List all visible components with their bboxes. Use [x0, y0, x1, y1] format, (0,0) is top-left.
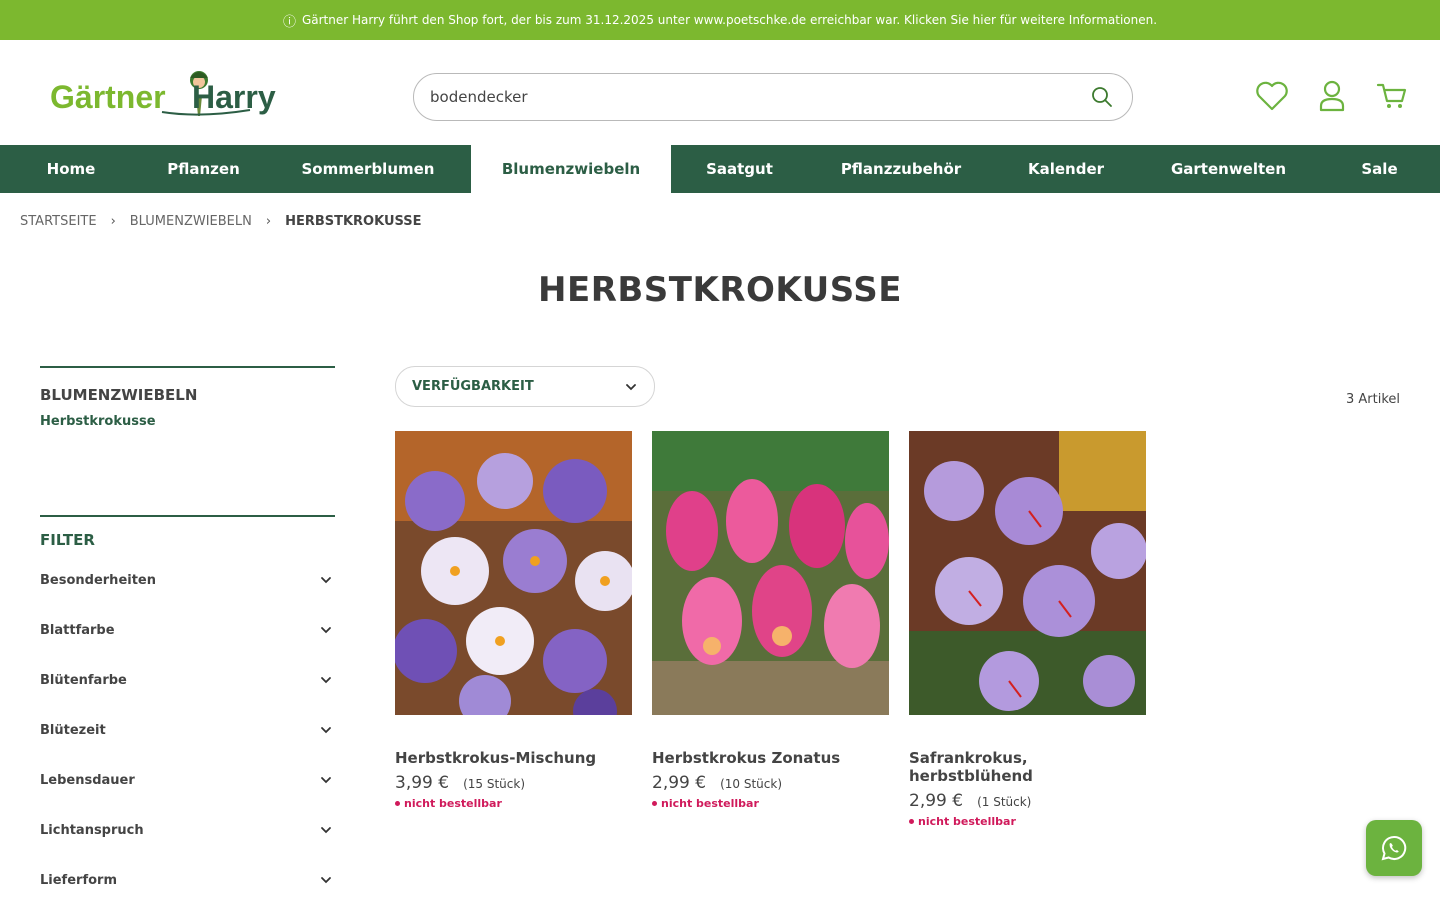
search-bar — [413, 73, 1133, 121]
product-grid: Herbstkrokus-Mischung 3,99 € (15 Stück) … — [395, 431, 1146, 828]
availability-dropdown[interactable]: VERFÜGBARKEIT — [395, 366, 655, 407]
filter-label: Lebensdauer — [40, 772, 135, 788]
header: Gärtner Harry — [0, 40, 1440, 145]
chevron-down-icon — [626, 383, 636, 390]
chevron-down-icon — [321, 627, 331, 634]
product-quantity: (15 Stück) — [463, 777, 525, 791]
price-row: 3,99 € (15 Stück) — [395, 773, 632, 793]
nav-item-home[interactable]: Home — [0, 145, 142, 193]
filter-bluetezeit[interactable]: Blütezeit — [40, 705, 335, 755]
nav-item-sommerblumen[interactable]: Sommerblumen — [265, 145, 471, 193]
status-text: nicht bestellbar — [404, 797, 502, 810]
svg-text:Harry: Harry — [192, 79, 276, 115]
chevron-down-icon — [321, 777, 331, 784]
category-heading: BLUMENZWIEBELN — [40, 386, 198, 404]
nav-item-kalender[interactable]: Kalender — [994, 145, 1138, 193]
status-dot-icon — [652, 801, 657, 806]
article-count: 3 Artikel — [1345, 392, 1400, 407]
main-nav: Home Pflanzen Sommerblumen Blumenzwiebel… — [0, 145, 1440, 193]
availability-status: nicht bestellbar — [652, 797, 889, 810]
status-dot-icon — [909, 819, 914, 824]
nav-item-sale[interactable]: Sale — [1319, 145, 1440, 193]
product-image[interactable] — [909, 431, 1146, 715]
whatsapp-button[interactable] — [1366, 820, 1422, 876]
product-name[interactable]: Safrankrokus, herbstblühend — [909, 749, 1146, 785]
info-banner[interactable]: ⓘ Gärtner Harry führt den Shop fort, der… — [0, 0, 1440, 40]
product-quantity: (1 Stück) — [977, 795, 1032, 809]
chevron-down-icon — [321, 827, 331, 834]
chevron-down-icon — [321, 677, 331, 684]
price-row: 2,99 € (10 Stück) — [652, 773, 889, 793]
breadcrumb-current: Herbstkrokusse — [285, 214, 422, 229]
search-input[interactable] — [430, 88, 1088, 106]
page-title: HERBSTKROKUSSE — [538, 270, 902, 310]
logo-image: Gärtner Harry — [50, 71, 276, 116]
chevron-down-icon — [321, 577, 331, 584]
product-name[interactable]: Herbstkrokus Zonatus — [652, 749, 889, 767]
filter-lieferform[interactable]: Lieferform — [40, 855, 335, 900]
nav-item-pflanzzubehoer[interactable]: Pflanzzubehör — [808, 145, 994, 193]
status-text: nicht bestellbar — [661, 797, 759, 810]
nav-item-blumenzwiebeln[interactable]: Blumenzwiebeln — [471, 145, 671, 193]
cart-icon[interactable] — [1374, 78, 1410, 114]
chevron-right-icon: › — [265, 214, 272, 229]
filter-lichtanspruch[interactable]: Lichtanspruch — [40, 805, 335, 855]
breadcrumb-blumenzwiebeln[interactable]: Blumenzwiebeln — [130, 214, 252, 229]
category-block: BLUMENZWIEBELN Herbstkrokusse — [40, 366, 335, 429]
svg-text:Gärtner: Gärtner — [50, 79, 166, 115]
product-price: 3,99 € — [395, 773, 450, 793]
product-image[interactable] — [395, 431, 632, 715]
header-icons — [1254, 78, 1410, 114]
filter-lebensdauer[interactable]: Lebensdauer — [40, 755, 335, 805]
breadcrumb: Startseite › Blumenzwiebeln › Herbstkrok… — [20, 214, 422, 229]
chevron-right-icon: › — [110, 214, 116, 229]
filter-label: Blattfarbe — [40, 622, 115, 638]
filter-bluetenfarbe[interactable]: Blütenfarbe — [40, 655, 335, 705]
nav-item-pflanzen[interactable]: Pflanzen — [142, 145, 265, 193]
filter-label: Lieferform — [40, 872, 117, 888]
product-card[interactable]: Safrankrokus, herbstblühend 2,99 € (1 St… — [909, 431, 1146, 828]
status-dot-icon — [395, 801, 400, 806]
product-card[interactable]: Herbstkrokus Zonatus 2,99 € (10 Stück) n… — [652, 431, 889, 828]
whatsapp-icon — [1381, 835, 1407, 861]
availability-status: nicht bestellbar — [909, 815, 1146, 828]
user-icon[interactable] — [1314, 78, 1350, 114]
product-quantity: (10 Stück) — [720, 777, 782, 791]
product-listing: VERFÜGBARKEIT 3 Artikel Herbstkrokus-Mis… — [395, 366, 1405, 828]
availability-label: VERFÜGBARKEIT — [412, 379, 534, 394]
category-link-herbstkrokusse[interactable]: Herbstkrokusse — [40, 414, 335, 429]
filter-block: FILTER Besonderheiten Blattfarbe Blütenf… — [40, 515, 335, 900]
product-price: 2,99 € — [652, 773, 707, 793]
product-card[interactable]: Herbstkrokus-Mischung 3,99 € (15 Stück) … — [395, 431, 632, 828]
heart-icon[interactable] — [1254, 78, 1290, 114]
price-row: 2,99 € (1 Stück) — [909, 791, 1146, 811]
info-icon: ⓘ — [282, 14, 296, 30]
product-price: 2,99 € — [909, 791, 964, 811]
filter-label: Blütenfarbe — [40, 672, 127, 688]
nav-item-saatgut[interactable]: Saatgut — [671, 145, 808, 193]
search-icon[interactable] — [1088, 83, 1116, 111]
filter-blattfarbe[interactable]: Blattfarbe — [40, 605, 335, 655]
availability-status: nicht bestellbar — [395, 797, 632, 810]
logo[interactable]: Gärtner Harry — [50, 66, 280, 122]
product-name[interactable]: Herbstkrokus-Mischung — [395, 749, 632, 767]
sidebar: BLUMENZWIEBELN Herbstkrokusse FILTER Bes… — [40, 366, 335, 900]
filter-label: Besonderheiten — [40, 572, 156, 588]
filter-heading: FILTER — [40, 531, 95, 549]
product-image[interactable] — [652, 431, 889, 715]
breadcrumb-home[interactable]: Startseite — [20, 214, 97, 229]
filter-besonderheiten[interactable]: Besonderheiten — [40, 555, 335, 605]
chevron-down-icon — [321, 727, 331, 734]
chevron-down-icon — [321, 877, 331, 884]
filter-label: Lichtanspruch — [40, 822, 144, 838]
info-banner-text: Gärtner Harry führt den Shop fort, der b… — [301, 13, 1158, 27]
filter-label: Blütezeit — [40, 722, 106, 738]
status-text: nicht bestellbar — [918, 815, 1016, 828]
nav-item-gartenwelten[interactable]: Gartenwelten — [1138, 145, 1319, 193]
